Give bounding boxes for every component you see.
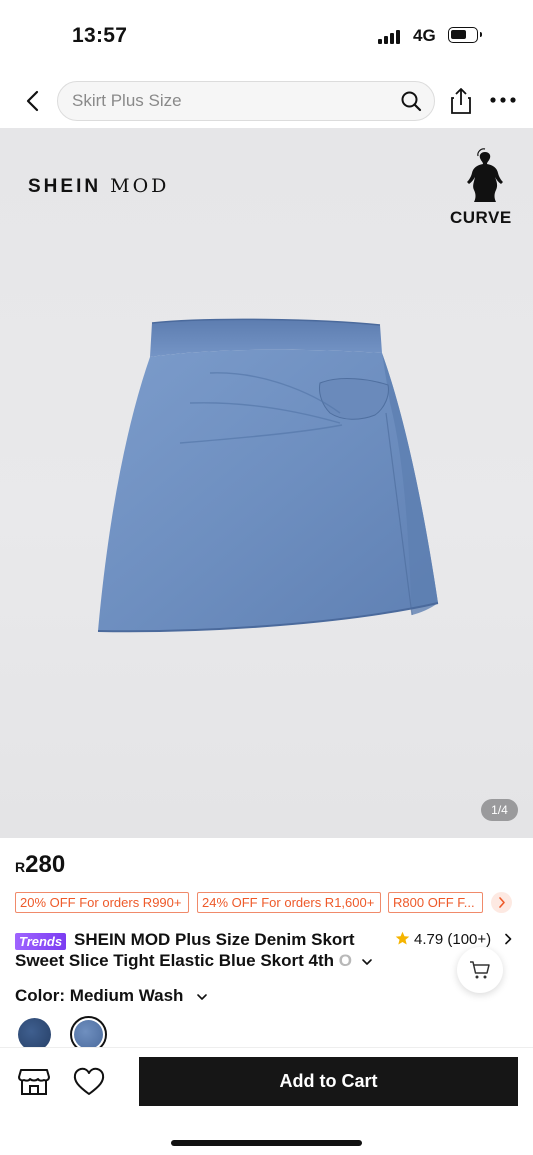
share-icon bbox=[451, 88, 471, 114]
back-button[interactable] bbox=[18, 86, 48, 116]
status-bar: 13:57 4G bbox=[0, 0, 533, 70]
store-button[interactable] bbox=[17, 1064, 51, 1098]
curve-label: CURVE bbox=[450, 208, 512, 227]
store-icon bbox=[18, 1069, 50, 1095]
color-selector-label[interactable]: Color: Medium Wash bbox=[15, 986, 183, 1006]
coupon-tag[interactable]: 20% OFF For orders R990+ bbox=[15, 892, 189, 913]
more-button[interactable] bbox=[489, 90, 517, 110]
price: R280 bbox=[15, 851, 65, 879]
cart-icon bbox=[470, 961, 490, 979]
share-button[interactable] bbox=[448, 86, 474, 116]
price-currency: R bbox=[15, 859, 26, 875]
coupon-more-button[interactable] bbox=[491, 892, 512, 913]
product-title-line2: Sweet Slice Tight Elastic Blue Skort 4th… bbox=[15, 951, 360, 971]
rating-count: (100+) bbox=[447, 931, 492, 948]
chevron-down-icon[interactable] bbox=[196, 992, 208, 1002]
color-label-text: Color: bbox=[15, 986, 66, 1005]
rating[interactable]: 4.79 (100+) bbox=[414, 931, 491, 948]
product-title: SHEIN MOD Plus Size Denim Skort bbox=[74, 930, 355, 949]
status-time: 13:57 bbox=[72, 24, 128, 47]
search-input[interactable] bbox=[72, 82, 392, 120]
star-icon bbox=[395, 931, 410, 945]
coupon-row: 20% OFF For orders R990+ 24% OFF For ord… bbox=[15, 892, 533, 914]
trends-badge[interactable]: Trends bbox=[15, 933, 67, 950]
battery-icon bbox=[448, 27, 482, 43]
search-bar[interactable] bbox=[57, 81, 435, 121]
chevron-right-icon[interactable] bbox=[503, 933, 513, 945]
floating-cart-button[interactable] bbox=[457, 947, 503, 993]
signal-icon bbox=[378, 30, 404, 44]
denim-skirt-image bbox=[97, 318, 439, 633]
product-title-fade: O bbox=[334, 951, 352, 970]
home-indicator bbox=[171, 1140, 362, 1146]
bottom-action-bar: Add to Cart bbox=[0, 1047, 533, 1155]
chevron-left-icon bbox=[26, 90, 39, 112]
brand-logo-bold: SHEIN bbox=[28, 176, 102, 197]
color-value: Medium Wash bbox=[69, 986, 184, 1005]
coupon-tag[interactable]: R800 OFF F... bbox=[388, 892, 483, 913]
expand-title-icon[interactable] bbox=[360, 956, 374, 968]
product-title-text: Sweet Slice Tight Elastic Blue Skort 4th bbox=[15, 951, 334, 970]
heart-icon bbox=[73, 1067, 105, 1095]
price-amount: 280 bbox=[25, 851, 66, 878]
brand-logo: SHEIN MOD bbox=[28, 175, 169, 198]
add-to-cart-button[interactable]: Add to Cart bbox=[139, 1057, 518, 1106]
network-type: 4G bbox=[413, 26, 436, 45]
image-counter: 1/4 bbox=[481, 799, 518, 821]
coupon-tag[interactable]: 24% OFF For orders R1,600+ bbox=[197, 892, 381, 913]
more-dots-icon bbox=[490, 97, 516, 103]
chevron-right-icon bbox=[499, 897, 505, 908]
wishlist-button[interactable] bbox=[72, 1066, 106, 1098]
rating-value: 4.79 bbox=[414, 931, 444, 948]
top-nav bbox=[0, 78, 533, 124]
search-icon[interactable] bbox=[400, 90, 422, 112]
brand-logo-serif: MOD bbox=[110, 175, 170, 197]
product-image[interactable]: SHEIN MOD CURVE 1/4 bbox=[0, 128, 533, 838]
